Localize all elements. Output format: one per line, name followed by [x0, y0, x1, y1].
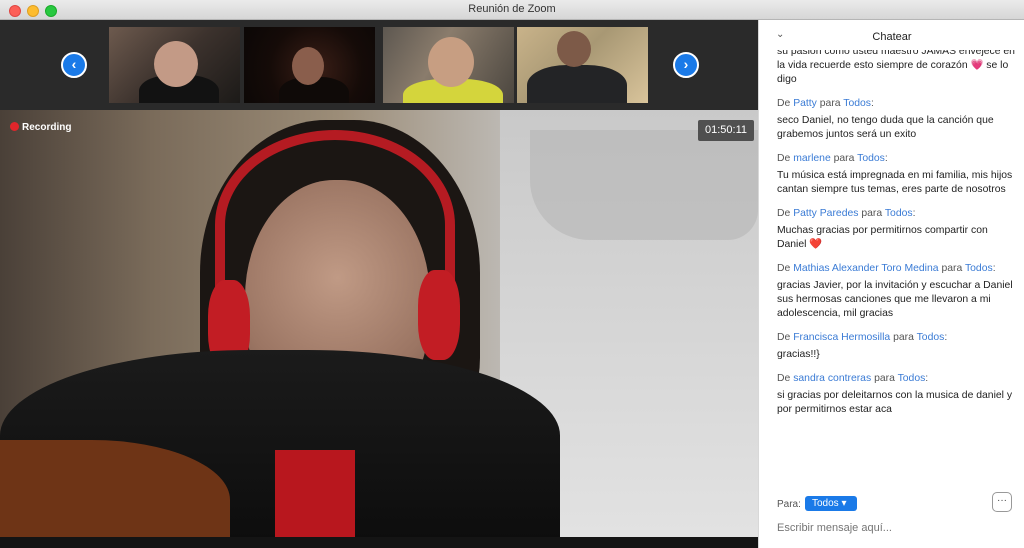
chat-message: De Mathias Alexander Toro Medina para To… — [777, 262, 1017, 321]
chat-messages[interactable]: su pasión como usted maestro JAMÁS envej… — [777, 50, 1017, 490]
title-bar: Reunión de Zoom — [0, 0, 1024, 20]
recipient-prefix: para — [833, 153, 855, 164]
recording-indicator: Recording — [10, 122, 71, 133]
participant-strip: ‹ › — [0, 20, 758, 110]
chat-message-header: De Patty para Todos: — [777, 98, 874, 109]
recipient-name[interactable]: Todos — [857, 153, 885, 164]
participant-figure — [527, 65, 627, 103]
recipient-prefix: para — [861, 208, 883, 219]
chat-message-body: seco Daniel, no tengo duda que la canció… — [777, 115, 994, 140]
sender-prefix: De — [777, 98, 791, 109]
recipient-prefix: para — [819, 98, 841, 109]
chat-message-body: si gracias por deleitarnos con la musica… — [777, 390, 1013, 415]
sender-name[interactable]: Mathias Alexander Toro Medina — [793, 263, 938, 274]
participant-face — [557, 31, 591, 67]
sender-name[interactable]: sandra contreras — [793, 373, 871, 384]
previous-participants-button[interactable]: ‹ — [61, 52, 87, 78]
chat-message-header: De Patty Paredes para Todos: — [777, 208, 916, 219]
sender-prefix: De — [777, 153, 791, 164]
speaker-shirt — [275, 450, 355, 537]
participant-thumbnail[interactable] — [517, 27, 648, 103]
active-speaker-video: Recording 01:50:11 — [0, 110, 758, 537]
chat-panel: ⌄ Chatear su pasión como usted maestro J… — [758, 20, 1024, 548]
chat-message-body: Muchas gracias por permitirnos compartir… — [777, 225, 988, 250]
chat-message-body: gracias Javier, por la invitación y escu… — [777, 280, 1013, 319]
participant-face — [428, 37, 474, 87]
chat-message-header: De Mathias Alexander Toro Medina para To… — [777, 263, 996, 274]
video-bottom-bar — [0, 537, 758, 548]
sender-name[interactable]: Patty — [793, 98, 817, 109]
sender-prefix: De — [777, 373, 791, 384]
meeting-timer: 01:50:11 — [698, 120, 754, 141]
next-participants-button[interactable]: › — [673, 52, 699, 78]
chat-title: Chatear — [872, 31, 912, 43]
chat-message: De Patty para Todos: seco Daniel, no teng… — [777, 97, 1017, 142]
sender-name[interactable]: Patty Paredes — [793, 208, 858, 219]
sender-name[interactable]: Francisca Hermosilla — [793, 332, 890, 343]
participant-face — [292, 47, 324, 85]
recipient-name[interactable]: Todos — [898, 373, 926, 384]
chat-message-body: gracias!!} — [777, 349, 820, 360]
recipient-name[interactable]: Todos — [965, 263, 993, 274]
video-area: ‹ › Recording 01:50:11 — [0, 20, 758, 548]
recipient-prefix: para — [893, 332, 914, 343]
chat-message-body: su pasión como usted maestro JAMÁS envej… — [777, 50, 1015, 85]
chat-message-header: De sandra contreras para Todos: — [777, 373, 929, 384]
video-background — [530, 130, 758, 240]
recipient-name[interactable]: Todos — [917, 332, 945, 343]
caret-down-icon: ▾ — [841, 498, 847, 509]
chat-message-header: De Francisca Hermosilla para Todos: — [777, 332, 948, 343]
recipient-value: Todos — [812, 498, 839, 509]
chat-message-header: De marlene para Todos: — [777, 153, 888, 164]
chat-footer: Para: Todos ▾ ··· — [759, 490, 1024, 548]
chat-header: ⌄ Chatear — [759, 20, 1024, 50]
chat-compose-input[interactable] — [777, 520, 1007, 536]
chat-message: De marlene para Todos: Tu música está imp… — [777, 152, 1017, 197]
headphone-right — [418, 270, 460, 360]
chat-message: De sandra contreras para Todos: si gracia… — [777, 372, 1017, 417]
recipient-prefix: para — [874, 373, 895, 384]
sender-prefix: De — [777, 263, 791, 274]
chat-message: De Francisca Hermosilla para Todos: graci… — [777, 331, 1017, 362]
recipient-name[interactable]: Todos — [843, 98, 871, 109]
zoom-window: Reunión de Zoom ‹ › Recording 01:50:11 ⌄… — [0, 0, 1024, 548]
recipient-dropdown[interactable]: Todos ▾ — [805, 496, 857, 511]
chat-message-list: De Patty para Todos: seco Daniel, no teng… — [777, 97, 1017, 417]
participant-thumbnail[interactable] — [383, 27, 514, 103]
chat-message: De Patty Paredes para Todos: Muchas graci… — [777, 207, 1017, 252]
participant-thumbnail[interactable] — [244, 27, 375, 103]
recipient-name[interactable]: Todos — [885, 208, 913, 219]
participant-thumbnail[interactable] — [109, 27, 240, 103]
sender-prefix: De — [777, 208, 791, 219]
more-options-button[interactable]: ··· — [992, 492, 1012, 512]
record-dot-icon — [10, 122, 19, 131]
recipient-prefix: para — [941, 263, 963, 274]
window-title: Reunión de Zoom — [468, 3, 556, 15]
recording-label: Recording — [22, 122, 72, 133]
participant-face — [154, 41, 198, 87]
chat-message-body: Tu música está impregnada en mi familia,… — [777, 170, 1013, 195]
sender-prefix: De — [777, 332, 791, 343]
sender-name[interactable]: marlene — [793, 153, 831, 164]
recipient-label: Para: — [777, 499, 801, 510]
